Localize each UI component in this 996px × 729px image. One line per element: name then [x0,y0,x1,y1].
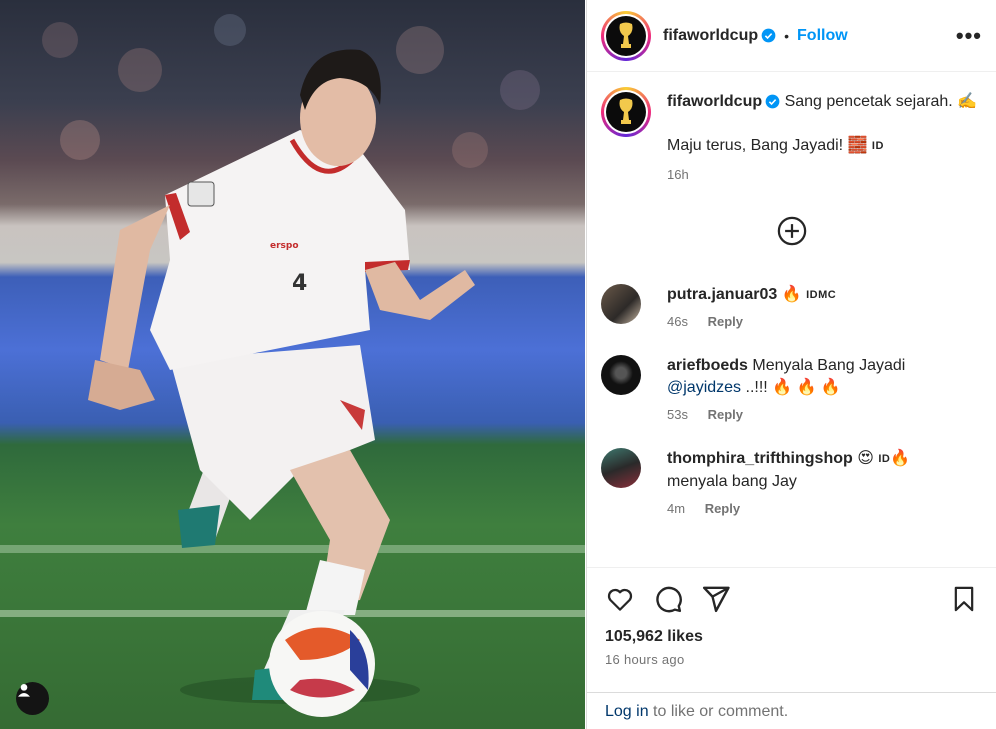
footballer-illustration: 4 erspo [0,14,585,717]
comment-icon [656,586,682,613]
comment-flag: ID [878,453,891,466]
comment-emoji-2: 🔥 [890,450,911,468]
post-sidebar: fifaworldcup • Follow ••• fifaworldcup S… [586,0,996,729]
comment-username[interactable]: thomphira_trifthingshop [667,451,853,468]
fifa-trophy-icon [619,22,633,48]
login-prompt: Log in to like or comment. [587,692,996,729]
comment-text: menyala bang Jay [667,472,797,490]
fifa-trophy-icon [619,98,633,124]
comment-button[interactable] [653,584,683,614]
post-actions: 105,962 likes 16 hours ago [587,567,996,667]
comments-section: fifaworldcup Sang pencetak sejarah. ✍️ M… [587,73,996,567]
share-icon [702,586,730,613]
load-more-comments-button[interactable] [601,216,982,246]
verified-icon [761,28,776,43]
comment-text: Menyala Bang Jayadi [752,357,906,375]
header-username[interactable]: fifaworldcup [663,27,758,45]
caption-line2: Maju terus, Bang Jayadi! 🧱 [667,137,868,155]
post-header: fifaworldcup • Follow ••• [587,0,996,72]
follow-button[interactable]: Follow [797,27,848,45]
bookmark-icon [954,586,974,612]
comment-text-after: ..!!! 🔥 🔥 🔥 [741,379,841,397]
caption-flag: ID [871,140,884,152]
caption-username[interactable]: fifaworldcup [667,93,762,110]
share-button[interactable] [701,584,731,614]
comment-flag: IDMC [806,289,837,302]
caption-avatar[interactable] [601,87,651,137]
comment-time: 53s [667,407,688,423]
posted-time[interactable]: 16 hours ago [605,652,978,667]
caption-time: 16h [667,167,689,183]
caption-text: Sang pencetak sejarah. ✍️ [784,93,978,110]
comment-item: putra.januar03 🔥 IDMC 46s Reply [601,284,982,329]
tagged-users-button[interactable] [16,682,49,715]
commenter-avatar[interactable] [601,355,641,396]
comment-time: 4m [667,500,686,516]
svg-text:erspo: erspo [270,241,299,251]
comment-text: 🔥 [781,286,802,304]
likes-count[interactable]: 105,962 likes [605,628,978,646]
login-link[interactable]: Log in [605,703,649,720]
separator-dot: • [784,27,790,44]
comment-emoji: 😍 [857,450,874,468]
user-tag-icon [18,684,30,697]
login-prompt-text: to like or comment. [648,703,789,720]
more-options-icon[interactable]: ••• [956,24,982,47]
save-button[interactable] [950,585,978,613]
heart-icon [607,588,633,611]
verified-icon [765,94,780,109]
post-photo[interactable]: 4 erspo [0,0,585,729]
commenter-avatar[interactable] [601,448,641,489]
commenter-avatar[interactable] [601,284,641,325]
like-button[interactable] [605,584,635,614]
comment-item: thomphira_trifthingshop 😍 ID🔥 menyala ba… [601,448,982,516]
svg-text:4: 4 [292,271,307,296]
reply-button[interactable]: Reply [708,407,743,422]
comment-item: ariefboeds Menyala Bang Jayadi @jayidzes… [601,355,982,422]
comment-time: 46s [667,314,688,330]
comment-username[interactable]: ariefboeds [667,357,748,374]
caption: fifaworldcup Sang pencetak sejarah. ✍️ M… [601,87,982,182]
add-circle-icon [777,216,806,246]
reply-button[interactable]: Reply [705,501,740,516]
comment-mention-link[interactable]: @jayidzes [667,379,741,396]
profile-avatar[interactable] [601,10,651,61]
reply-button[interactable]: Reply [708,314,743,329]
comment-username[interactable]: putra.januar03 [667,286,777,303]
